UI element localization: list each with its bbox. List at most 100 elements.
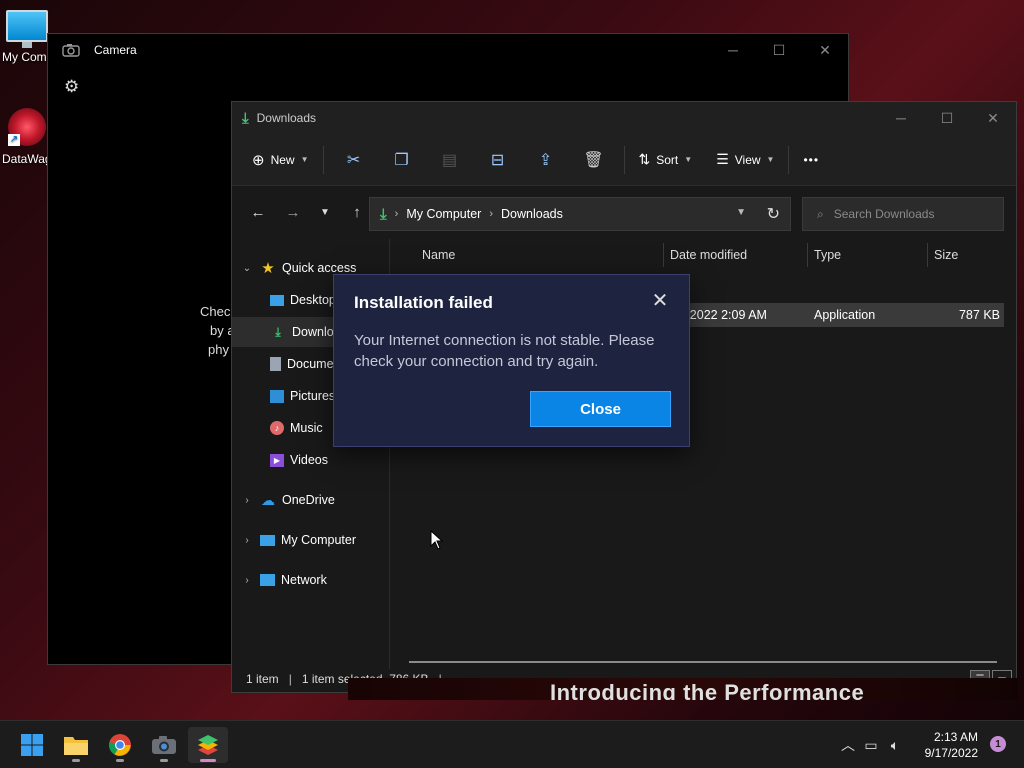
sidebar-item-label: Quick access	[282, 261, 357, 275]
dialog-close-icon[interactable]: ✕	[649, 290, 671, 312]
view-button-label: View	[734, 152, 761, 167]
videos-icon: ▶	[270, 453, 284, 467]
sort-button[interactable]: ⇅ Sort ▼	[631, 144, 701, 176]
download-arrow-icon: ⤓	[242, 109, 249, 127]
desktop-icon	[270, 294, 284, 306]
forward-arrow-icon[interactable]: →	[277, 196, 309, 228]
more-options-button[interactable]: •••	[795, 144, 827, 176]
running-indicator	[200, 759, 216, 762]
address-history-chevron-icon[interactable]: ▼	[736, 207, 746, 218]
minimize-button[interactable]: ─	[878, 102, 924, 134]
close-button[interactable]: ✕	[970, 102, 1016, 134]
file-explorer-icon	[64, 737, 88, 755]
refresh-icon[interactable]: ↻	[767, 204, 780, 224]
search-placeholder: Search Downloads	[833, 207, 935, 221]
clock-date: 9/17/2022	[924, 746, 978, 760]
sidebar-item-videos[interactable]: ▶ Videos	[232, 445, 390, 475]
desktop-icon-label: DataWag	[2, 152, 52, 166]
mouse-cursor-icon	[430, 530, 444, 550]
taskbar-bluestacks[interactable]	[188, 727, 228, 763]
desktop-icon-datawag[interactable]: ↗ DataWag	[2, 108, 52, 166]
address-bar[interactable]: ⤓ › My Computer › Downloads ▼ ↻	[369, 197, 791, 231]
taskbar-file-explorer[interactable]	[56, 727, 96, 763]
dialog-title: Installation failed	[354, 293, 493, 312]
sidebar-item-label: Videos	[290, 453, 328, 467]
volume-icon[interactable]: 🔈︎	[884, 737, 906, 754]
column-header-type[interactable]: Type	[814, 239, 841, 271]
close-button[interactable]: ✕	[802, 34, 848, 66]
settings-gear-icon[interactable]: ⚙	[64, 77, 79, 97]
search-input[interactable]: ⌕ Search Downloads	[802, 197, 1004, 231]
sidebar-item-label: Network	[281, 573, 327, 587]
star-icon: ★	[261, 260, 275, 277]
taskbar-camera[interactable]	[144, 727, 184, 763]
minimize-button[interactable]: ─	[710, 34, 756, 66]
background-video-banner: Introducing the Performance	[348, 678, 1018, 700]
chevron-down-icon: ▼	[766, 155, 775, 164]
download-arrow-icon: ⤓	[380, 205, 387, 223]
share-icon[interactable]: ⇪	[522, 144, 570, 176]
recent-locations-chevron-icon[interactable]: ▼	[309, 196, 341, 228]
sidebar-item-onedrive[interactable]: › ☁ OneDrive	[232, 485, 390, 515]
command-bar: ⊕ New ▼ ✂ ❐ ▤ ⊟ ⇪ 🗑︎ ⇅ Sort ▼ ☰ View ▼ •…	[232, 134, 1016, 186]
sidebar-item-label: Music	[290, 421, 323, 435]
system-tray: ︿ ▭ 🔈︎	[838, 721, 906, 768]
taskbar-chrome[interactable]	[100, 727, 140, 763]
new-button-label: New	[270, 152, 295, 167]
paste-icon[interactable]: ▤	[426, 144, 474, 176]
start-icon	[21, 734, 43, 756]
sidebar-item-label: Desktop	[290, 293, 336, 307]
network-icon	[260, 574, 275, 586]
dialog-message: Your Internet connection is not stable. …	[354, 332, 655, 370]
chevron-up-icon[interactable]: ︿	[838, 735, 858, 755]
explorer-window-title: Downloads	[256, 111, 317, 125]
chevron-down-icon: ⌄	[242, 262, 252, 274]
sidebar-item-my-computer[interactable]: › My Computer	[232, 525, 390, 555]
toolbar-divider	[788, 145, 790, 174]
new-button[interactable]: ⊕ New ▼	[244, 144, 317, 176]
network-icon[interactable]: ▭	[858, 737, 884, 754]
close-button[interactable]: Close	[530, 391, 671, 427]
delete-icon[interactable]: 🗑︎	[570, 144, 618, 176]
document-icon	[270, 357, 281, 371]
file-size: 787 KB	[958, 308, 1000, 322]
camera-window-controls: ─ ☐ ✕	[710, 34, 848, 66]
sidebar-item-network[interactable]: › Network	[232, 565, 390, 595]
chevron-right-icon: ›	[245, 574, 249, 586]
maximize-button[interactable]: ☐	[924, 102, 970, 134]
chevron-down-icon: ▼	[684, 155, 693, 164]
background-video-text: Introducing the Performance	[550, 680, 865, 700]
clock-time: 2:13 AM	[933, 730, 978, 744]
more-icon: •••	[803, 152, 820, 167]
sidebar-item-label: OneDrive	[282, 493, 335, 507]
notification-badge[interactable]: 1	[990, 736, 1006, 752]
view-button[interactable]: ☰ View ▼	[708, 144, 782, 176]
desktop-icon-label: My Com	[2, 50, 47, 64]
column-divider	[927, 243, 928, 267]
computer-icon	[260, 534, 275, 546]
back-arrow-icon[interactable]: ←	[242, 196, 274, 228]
bluestacks-icon	[198, 735, 218, 755]
breadcrumb-downloads[interactable]: Downloads	[501, 207, 563, 221]
toolbar-divider	[322, 145, 324, 174]
column-divider	[663, 243, 664, 267]
desktop-icon-my-computer[interactable]: My Com	[2, 10, 52, 64]
horizontal-scrollbar[interactable]	[409, 661, 997, 663]
start-button[interactable]	[12, 727, 52, 763]
copy-icon[interactable]: ❐	[378, 144, 426, 176]
cut-icon[interactable]: ✂	[330, 144, 378, 176]
running-indicator	[160, 759, 168, 762]
rename-icon[interactable]: ⊟	[474, 144, 522, 176]
maximize-button[interactable]: ☐	[756, 34, 802, 66]
chevron-right-icon: ›	[245, 534, 249, 546]
datawag-icon: ↗	[8, 108, 46, 146]
music-icon: ♪	[270, 421, 284, 435]
taskbar-clock[interactable]: 2:13 AM 9/17/2022	[925, 729, 978, 761]
breadcrumb-my-computer[interactable]: My Computer	[406, 207, 481, 221]
column-header-size[interactable]: Size	[934, 239, 958, 271]
column-header-date-modified[interactable]: Date modified	[670, 239, 747, 271]
column-header-name[interactable]: Name	[422, 239, 455, 271]
plus-circle-icon: ⊕	[252, 151, 265, 169]
item-count: 1 item	[246, 672, 279, 686]
file-type: Application	[814, 308, 876, 322]
